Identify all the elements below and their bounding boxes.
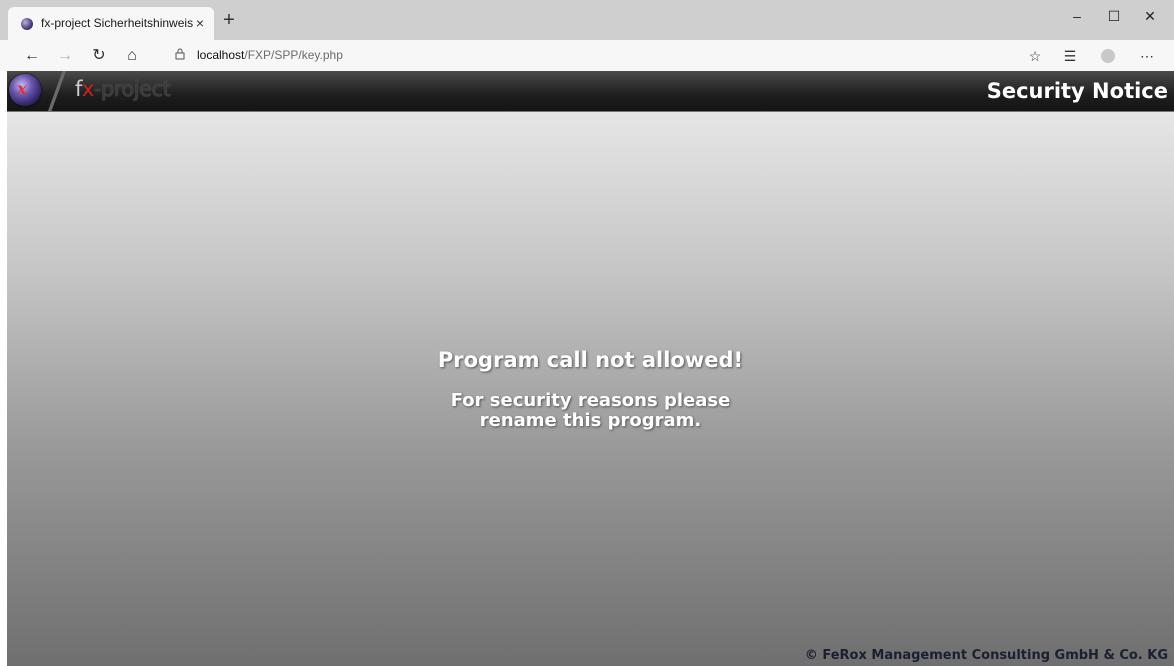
favorites-icon[interactable]: ☆ — [1025, 46, 1045, 66]
forward-button[interactable]: → — [54, 45, 76, 67]
more-menu-button[interactable]: ⋯ — [1137, 46, 1157, 66]
tab-strip: fx-project Sicherheitshinweis × + – ☐ ✕ — [0, 0, 1174, 40]
address-bar-row: ← → ↻ ⌂ localhost/FXP/SPP/key.php ☆ ☰ ⋯ — [0, 40, 1174, 71]
url-host: localhost — [197, 48, 245, 62]
error-heading: Program call not allowed! — [437, 348, 744, 372]
brand-name: fx-project — [75, 77, 171, 101]
notice-area: Program call not allowed! For security r… — [7, 112, 1174, 666]
page-title: Security Notice — [986, 79, 1168, 103]
back-button[interactable]: ← — [21, 45, 43, 67]
url-field[interactable]: localhost/FXP/SPP/key.php — [197, 48, 343, 62]
tab-fx-project[interactable]: fx-project Sicherheitshinweis × — [8, 7, 214, 40]
url-path: /FXP/SPP/key.php — [244, 48, 343, 62]
collections-icon[interactable]: ☰ — [1060, 46, 1080, 66]
tab-title: fx-project Sicherheitshinweis — [41, 16, 194, 30]
profile-avatar[interactable] — [1101, 49, 1115, 63]
fx-logo-icon: x — [9, 74, 41, 106]
browser-window: fx-project Sicherheitshinweis × + – ☐ ✕ … — [0, 0, 1174, 666]
favicon-icon — [21, 18, 33, 30]
page: x fx-project Security Notice Program cal… — [7, 71, 1174, 666]
header-divider — [45, 71, 69, 111]
logo-glyph: x — [17, 79, 27, 98]
brand-f: f — [75, 77, 82, 101]
app-header: x fx-project Security Notice — [7, 71, 1174, 112]
home-button[interactable]: ⌂ — [121, 45, 143, 67]
info-icon[interactable] — [175, 48, 185, 60]
close-window-button[interactable]: ✕ — [1127, 8, 1173, 28]
brand-x: x — [81, 77, 94, 101]
copyright-footer: © FeRox Management Consulting GmbH & Co.… — [804, 648, 1168, 663]
reload-button[interactable]: ↻ — [88, 45, 110, 67]
error-message-line-2: rename this program. — [479, 410, 702, 431]
error-message: For security reasons please rename this … — [7, 391, 1174, 431]
new-tab-button[interactable]: + — [220, 10, 238, 30]
brand-project: -project — [93, 77, 171, 101]
tab-close-icon[interactable]: × — [192, 15, 208, 31]
error-message-line-1: For security reasons please — [450, 390, 731, 411]
